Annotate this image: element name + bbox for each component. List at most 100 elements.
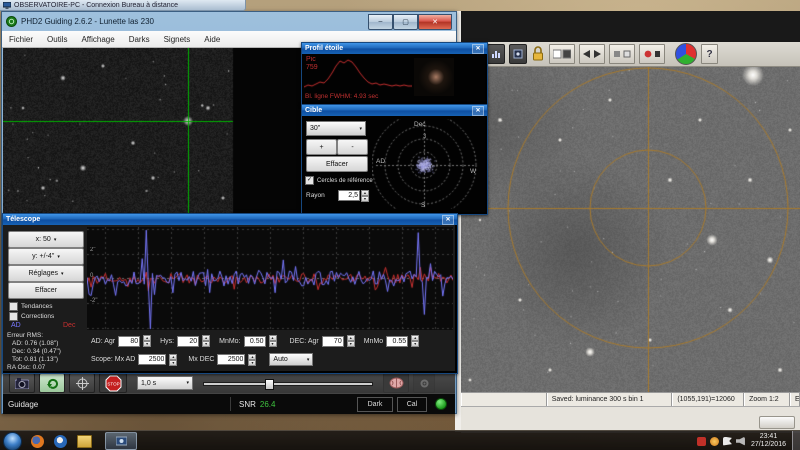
tray-volume-icon[interactable] xyxy=(736,437,745,446)
profile-peak-label: Pic xyxy=(306,56,316,63)
brain-icon[interactable] xyxy=(383,373,409,393)
menu-darks[interactable]: Darks xyxy=(122,35,157,44)
mx-dec-label: Mx DEC xyxy=(188,356,214,363)
loop-exposures-icon[interactable] xyxy=(39,373,65,393)
tray-update-icon[interactable] xyxy=(710,437,719,446)
prev-next-buttons[interactable] xyxy=(609,44,635,64)
dec-mnmo-spinner[interactable]: ▲▼ xyxy=(411,335,419,347)
ra-agr-input[interactable] xyxy=(118,336,140,347)
ra-agr-spinner[interactable]: ▲▼ xyxy=(143,335,151,347)
target-clear-button[interactable]: Effacer xyxy=(306,156,368,172)
rdp-title: OBSERVATOIRE-PC - Connexion Bureau à dis… xyxy=(14,2,178,9)
zoom-buttons[interactable] xyxy=(549,44,575,64)
menu-outils[interactable]: Outils xyxy=(40,35,74,44)
star-profile-title-bar[interactable]: Profil étoile ✕ xyxy=(302,43,487,54)
target-close-icon[interactable]: ✕ xyxy=(472,106,484,116)
ccd-status-cursor-value: (1055,191)=12060 xyxy=(672,393,744,406)
maximize-button[interactable]: ▢ xyxy=(393,14,418,30)
mx-dec-input[interactable] xyxy=(217,354,245,365)
stop-icon[interactable]: STOP xyxy=(99,373,127,393)
color-wheel-icon[interactable] xyxy=(675,43,697,65)
gamma-slider-thumb[interactable] xyxy=(265,379,274,390)
star-profile-plot xyxy=(304,56,412,96)
menu-aide[interactable]: Aide xyxy=(197,35,227,44)
ra-mnmo-input[interactable] xyxy=(244,336,266,347)
dec-mode-select[interactable]: Auto▾ xyxy=(269,353,313,366)
graph-close-icon[interactable]: ✕ xyxy=(442,215,454,225)
tray-flag-icon[interactable] xyxy=(723,437,732,446)
profile-star-thumbnail xyxy=(414,58,454,96)
taskbar-firefox-icon[interactable] xyxy=(31,435,44,448)
rms-ra: AD: 0.76 (1.08") xyxy=(12,340,58,347)
minimize-button[interactable]: – xyxy=(368,14,393,30)
dec-agr-input[interactable] xyxy=(322,336,344,347)
gamma-slider[interactable] xyxy=(203,379,371,387)
target-axis-dec: Dec xyxy=(414,121,426,128)
dec-agr-spinner[interactable]: ▲▼ xyxy=(347,335,355,347)
radius-spinner[interactable]: ▲▼ xyxy=(361,190,369,202)
ccd-toolbar: ? xyxy=(461,42,800,67)
exposure-select[interactable]: 1,0 s▾ xyxy=(137,376,193,390)
corrections-checkbox-row[interactable]: Corrections xyxy=(9,312,54,321)
dec-mnmo-input[interactable] xyxy=(386,336,408,347)
clock-date: 27/12/2016 xyxy=(751,441,786,449)
histogram-icon[interactable] xyxy=(487,44,505,64)
graph-ytick-0: 0 xyxy=(90,273,93,279)
menu-affichage[interactable]: Affichage xyxy=(74,35,121,44)
ccd-scroll-button[interactable] xyxy=(759,416,795,429)
status-cal-panel: Cal xyxy=(397,397,427,412)
trend-checkbox-row[interactable]: Tendances xyxy=(9,302,52,311)
mx-ad-input[interactable] xyxy=(138,354,166,365)
desktop: ? Saved: luminance 300 s bin 1 (1055,191… xyxy=(0,0,800,450)
pan-buttons[interactable] xyxy=(579,44,605,64)
corrections-checkbox[interactable] xyxy=(9,312,18,321)
camera-icon[interactable] xyxy=(9,373,35,393)
show-desktop-button[interactable] xyxy=(792,431,800,450)
ref-circles-label: Cercles de référence xyxy=(317,178,373,184)
taskbar-active-app-button[interactable] xyxy=(105,432,137,450)
star-profile-close-icon[interactable]: ✕ xyxy=(472,44,484,54)
lock-icon[interactable] xyxy=(531,45,545,63)
ccd-top-area xyxy=(461,11,800,42)
windows-start-button[interactable] xyxy=(3,432,22,450)
graph-xscale-button[interactable]: x: 50▾ xyxy=(8,231,84,248)
guide-graph-plot xyxy=(87,227,453,330)
graph-title-bar[interactable]: Télescope ✕ xyxy=(3,214,457,225)
tray-antivirus-icon[interactable] xyxy=(697,437,706,446)
target-title-bar[interactable]: Cible ✕ xyxy=(302,105,487,116)
menu-signets[interactable]: Signets xyxy=(157,35,198,44)
radius-input[interactable] xyxy=(338,190,360,201)
mx-ad-spinner[interactable]: ▲▼ xyxy=(169,354,177,366)
taskbar-folder-icon[interactable] xyxy=(77,435,92,448)
target-zoom-in-button[interactable]: + xyxy=(306,139,337,155)
status-connection-led xyxy=(435,398,447,410)
taskbar-mail-icon[interactable] xyxy=(54,435,67,448)
ref-circles-checkbox-row[interactable]: ✓ Cercles de référence xyxy=(305,176,377,185)
camera-settings-icon[interactable] xyxy=(413,373,435,393)
help-icon[interactable]: ? xyxy=(701,44,718,64)
hys-spinner[interactable]: ▲▼ xyxy=(202,335,210,347)
image-frame-icon[interactable] xyxy=(509,44,527,64)
hys-input[interactable] xyxy=(177,336,199,347)
ra-mnmo-spinner[interactable]: ▲▼ xyxy=(269,335,277,347)
mx-dec-spinner[interactable]: ▲▼ xyxy=(248,354,256,366)
capture-buttons[interactable] xyxy=(639,44,665,64)
target-zoom-out-button[interactable]: - xyxy=(337,139,368,155)
target-zoom-select[interactable]: 30"▾ xyxy=(306,121,366,136)
graph-yscale-button[interactable]: y: +/-4"▾ xyxy=(8,248,84,265)
phd2-title-bar[interactable]: PHD2 Guiding 2.6.2 - Lunette las 230 – ▢… xyxy=(2,12,456,31)
close-button[interactable]: ✕ xyxy=(418,14,452,30)
graph-settings-button[interactable]: Réglages▾ xyxy=(8,265,84,282)
menu-fichier[interactable]: Fichier xyxy=(2,35,40,44)
rdp-connection-bar[interactable]: OBSERVATOIRE-PC - Connexion Bureau à dis… xyxy=(0,0,246,11)
ref-circles-checkbox[interactable]: ✓ xyxy=(305,176,314,185)
guide-params-row-1: AD: Agr ▲▼ Hys: ▲▼ MnMo: ▲▼ DEC: Agr ▲▼ … xyxy=(91,335,419,347)
ra-osc: RA Osc: 0.07 xyxy=(7,364,45,371)
graph-clear-button[interactable]: Effacer xyxy=(8,282,84,299)
ccd-image-canvas[interactable] xyxy=(461,67,800,392)
trend-checkbox[interactable] xyxy=(9,302,18,311)
ccd-status-bar: Saved: luminance 300 s bin 1 (1055,191)=… xyxy=(461,392,800,406)
taskbar-clock[interactable]: 23:41 27/12/2016 xyxy=(751,433,786,449)
ccd-status-segment xyxy=(461,393,547,406)
guide-icon[interactable] xyxy=(69,373,95,393)
